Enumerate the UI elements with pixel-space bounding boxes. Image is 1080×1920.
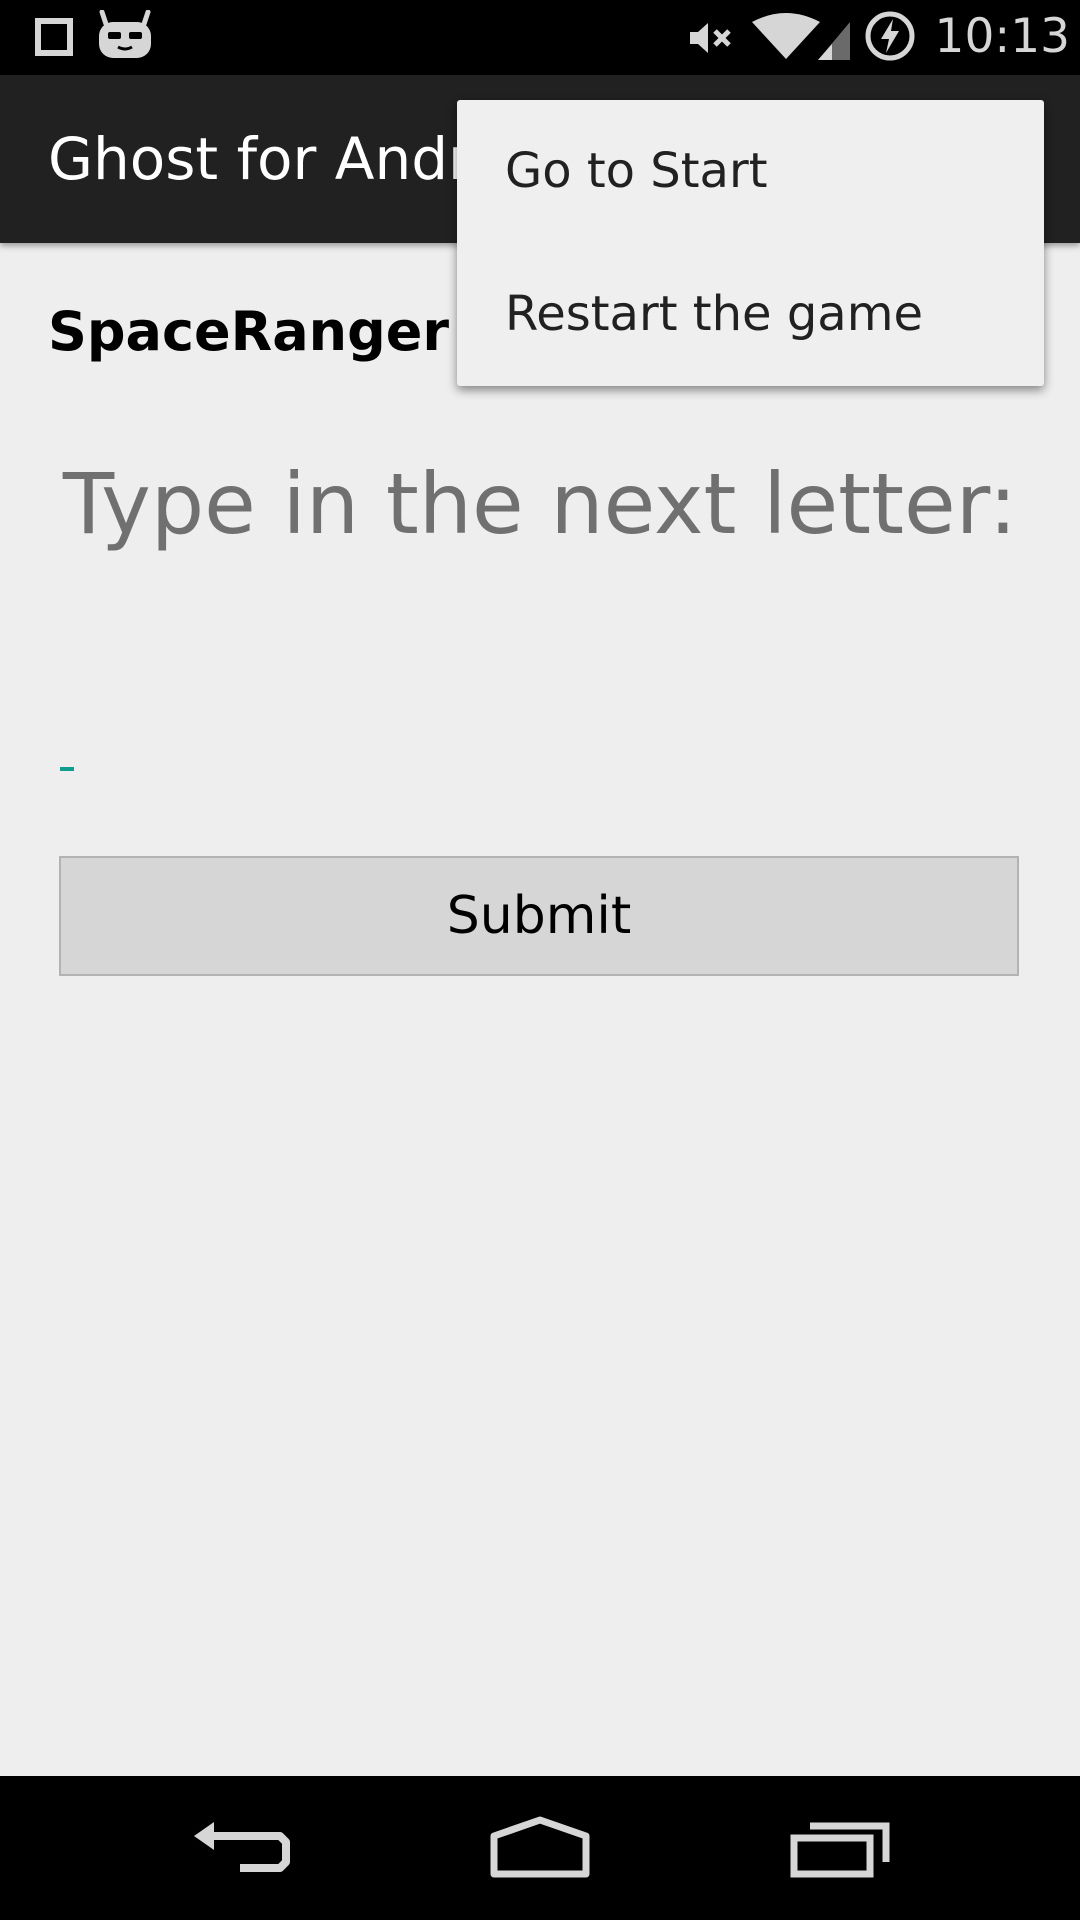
menu-item-go-to-start[interactable]: Go to Start	[457, 100, 1044, 243]
player-name: SpaceRanger	[48, 300, 449, 363]
home-icon	[490, 1816, 590, 1878]
recents-icon	[790, 1822, 890, 1878]
text-cursor	[60, 767, 74, 771]
back-icon	[194, 1822, 290, 1872]
overflow-menu: Go to Start Restart the game	[457, 100, 1044, 386]
letter-input[interactable]	[54, 730, 1026, 800]
wifi-icon	[750, 12, 822, 60]
submit-button[interactable]: Submit	[59, 856, 1019, 976]
volume-mute-icon	[688, 18, 736, 58]
prompt-text: Type in the next letter:	[62, 455, 1018, 553]
navigation-bar	[0, 1776, 1080, 1920]
back-button[interactable]	[140, 1776, 340, 1920]
battery-charging-icon	[864, 10, 916, 62]
home-button[interactable]	[440, 1776, 640, 1920]
notification-square-icon	[35, 18, 73, 56]
cyanogenmod-icon	[96, 9, 154, 60]
menu-item-restart-game[interactable]: Restart the game	[457, 243, 1044, 386]
signal-icon	[818, 22, 850, 60]
status-time: 10:13	[934, 9, 1070, 64]
recents-button[interactable]	[740, 1776, 940, 1920]
status-bar: 10:13	[0, 0, 1080, 75]
